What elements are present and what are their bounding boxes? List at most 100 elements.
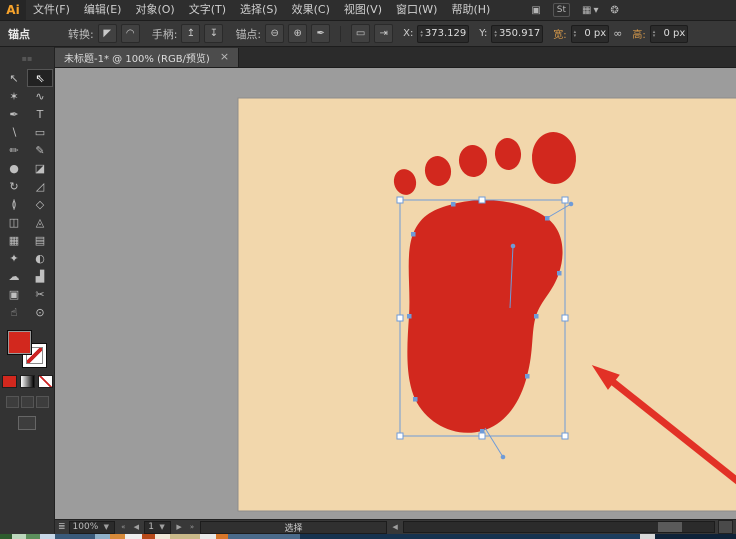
selection-handle[interactable] <box>479 197 485 203</box>
menu-help[interactable]: 帮助(H) <box>444 0 497 20</box>
line-segment-tool[interactable]: ∖ <box>1 123 27 141</box>
menu-object[interactable]: 对象(O) <box>128 0 181 20</box>
menu-file[interactable]: 文件(F) <box>26 0 77 20</box>
type-tool[interactable]: T <box>27 105 53 123</box>
selection-handle[interactable] <box>397 197 403 203</box>
remove-anchor-button[interactable]: ⊖ <box>265 24 284 43</box>
menu-view[interactable]: 视图(V) <box>337 0 389 20</box>
x-value[interactable]: 373.129 <box>425 28 466 39</box>
x-stepper[interactable]: ▴▾ <box>420 30 423 38</box>
convert-to-smooth-button[interactable]: ◠ <box>121 24 140 43</box>
slice-tool[interactable]: ✂ <box>27 285 53 303</box>
height-stepper[interactable]: ▴▾ <box>653 30 656 38</box>
hand-tool[interactable]: ☝ <box>1 303 27 321</box>
hide-handles-button[interactable]: ↧ <box>204 24 223 43</box>
height-value[interactable]: 0 px <box>657 28 685 39</box>
scroll-left-button[interactable]: ◀ <box>390 523 400 531</box>
menu-window[interactable]: 窗口(W) <box>389 0 444 20</box>
align-button[interactable]: ⇥ <box>374 24 393 43</box>
selection-tool[interactable]: ↖ <box>1 69 27 87</box>
width-stepper[interactable]: ▴▾ <box>574 30 577 38</box>
width-field[interactable]: ▴▾ 0 px <box>571 25 610 43</box>
draw-normal-button[interactable] <box>6 396 19 408</box>
y-stepper[interactable]: ▴▾ <box>494 30 497 38</box>
selection-handle[interactable] <box>397 433 403 439</box>
column-graph-tool[interactable]: ▟ <box>27 267 53 285</box>
free-transform-tool[interactable]: ◇ <box>27 195 53 213</box>
selection-handle[interactable] <box>479 433 485 439</box>
selection-handle[interactable] <box>562 197 568 203</box>
status-menu-icon[interactable]: ≣ <box>58 522 66 532</box>
y-value[interactable]: 350.917 <box>499 28 540 39</box>
style-button[interactable]: St <box>553 3 570 17</box>
show-handles-button[interactable]: ↥ <box>181 24 200 43</box>
artboard-first-button[interactable]: « <box>118 523 128 531</box>
link-width-height-icon[interactable]: ∞ <box>613 27 622 40</box>
artboard-prev-button[interactable]: ◀ <box>131 523 141 531</box>
paintbrush-tool[interactable]: ✏ <box>1 141 27 159</box>
fill-swatch[interactable] <box>7 330 32 355</box>
selection-handle[interactable] <box>562 315 568 321</box>
perspective-grid-tool[interactable]: ◬ <box>27 213 53 231</box>
y-field[interactable]: ▴▾ 350.917 <box>491 25 543 43</box>
artboard-next-button[interactable]: ▶ <box>174 523 184 531</box>
isolate-selected-object-button[interactable]: ▭ <box>351 24 370 43</box>
color-button[interactable] <box>2 375 17 388</box>
draw-inside-button[interactable] <box>36 396 49 408</box>
anchor-point[interactable] <box>411 232 416 237</box>
artboard-tool[interactable]: ▣ <box>1 285 27 303</box>
anchor-point[interactable] <box>557 271 562 276</box>
symbol-sprayer-tool[interactable]: ☁ <box>1 267 27 285</box>
direction-handle-dot[interactable] <box>569 202 574 207</box>
anchor-point[interactable] <box>534 314 539 319</box>
draw-behind-button[interactable] <box>21 396 34 408</box>
menu-effect[interactable]: 效果(C) <box>285 0 337 20</box>
gradient-tool[interactable]: ▤ <box>27 231 53 249</box>
tools-panel-grip[interactable]: ▪▪ <box>0 47 54 69</box>
scrollbar-thumb[interactable] <box>658 522 682 532</box>
x-field[interactable]: ▴▾ 373.129 <box>417 25 469 43</box>
workspace-switcher[interactable]: ▦ ▾ <box>582 5 598 16</box>
artboard-last-button[interactable]: » <box>187 523 197 531</box>
anchor-point[interactable] <box>413 397 418 402</box>
shape-builder-tool[interactable]: ◫ <box>1 213 27 231</box>
mesh-tool[interactable]: ▦ <box>1 231 27 249</box>
pencil-tool[interactable]: ✎ <box>27 141 53 159</box>
anchor-point[interactable] <box>451 202 456 207</box>
arrange-documents-icon[interactable]: ▣ <box>531 5 540 16</box>
screen-mode-button[interactable] <box>18 416 36 430</box>
height-field[interactable]: ▴▾ 0 px <box>650 25 689 43</box>
menu-select[interactable]: 选择(S) <box>233 0 285 20</box>
gradient-button[interactable] <box>20 375 35 388</box>
horizontal-scrollbar[interactable] <box>403 521 715 533</box>
blob-brush-tool[interactable]: ● <box>1 159 27 177</box>
blend-tool[interactable]: ◐ <box>27 249 53 267</box>
anchor-point[interactable] <box>545 216 550 221</box>
zoom-select[interactable]: 100% ▼ <box>69 521 116 534</box>
scale-tool[interactable]: ◿ <box>27 177 53 195</box>
document-tab[interactable]: 未标题-1* @ 100% (RGB/预览) × <box>55 48 239 67</box>
selection-handle[interactable] <box>562 433 568 439</box>
menu-type[interactable]: 文字(T) <box>182 0 233 20</box>
zoom-tool[interactable]: ⊙ <box>27 303 53 321</box>
anchor-point[interactable] <box>407 314 412 319</box>
direct-selection-tool[interactable]: ⇖ <box>27 69 53 87</box>
pen-anchor-button[interactable]: ✒ <box>311 24 330 43</box>
rotate-tool[interactable]: ↻ <box>1 177 27 195</box>
magic-wand-tool[interactable]: ✶ <box>1 87 27 105</box>
direction-handle-dot[interactable] <box>501 455 506 460</box>
close-icon[interactable]: × <box>220 52 229 62</box>
artboard-number-field[interactable]: 1 ▼ <box>144 521 171 534</box>
canvas[interactable] <box>55 68 736 519</box>
anchor-point[interactable] <box>525 374 530 379</box>
eraser-tool[interactable]: ◪ <box>27 159 53 177</box>
selection-handle[interactable] <box>397 315 403 321</box>
lasso-tool[interactable]: ∿ <box>27 87 53 105</box>
menu-edit[interactable]: 编辑(E) <box>77 0 129 20</box>
convert-to-corner-button[interactable]: ◤ <box>98 24 117 43</box>
none-button[interactable] <box>38 375 53 388</box>
width-value[interactable]: 0 px <box>578 28 606 39</box>
eyedropper-tool[interactable]: ✦ <box>1 249 27 267</box>
pen-tool[interactable]: ✒ <box>1 105 27 123</box>
direction-handle-dot[interactable] <box>511 244 516 249</box>
